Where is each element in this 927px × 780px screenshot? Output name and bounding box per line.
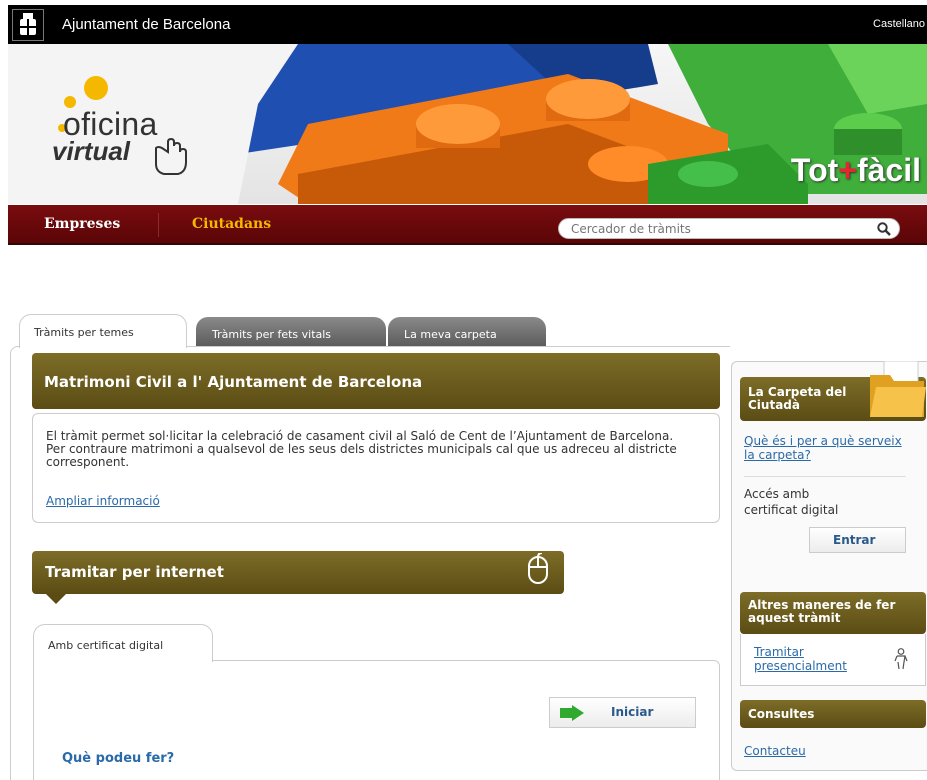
- tab-tramits-per-temes[interactable]: Tràmits per temes: [19, 314, 187, 348]
- tab-tramits-per-fets-vitals[interactable]: Tràmits per fets vitals: [196, 317, 386, 346]
- search-box: [558, 218, 900, 239]
- contact-link[interactable]: Contacteu: [744, 744, 806, 758]
- main-nav: Empreses Ciutadans: [8, 205, 927, 245]
- description-text: El tràmit permet sol·licitar la celebrac…: [46, 430, 686, 469]
- description-line-2: Per contraure matrimoni a qualsevol de l…: [46, 442, 677, 469]
- barcelona-crest-icon[interactable]: [12, 9, 44, 41]
- tramitar-title: Tramitar per internet: [45, 563, 224, 581]
- tagline-plus: +: [838, 152, 857, 188]
- more-info-link[interactable]: Ampliar informació: [46, 494, 160, 508]
- tab-la-meva-carpeta[interactable]: La meva carpeta: [388, 317, 546, 346]
- folder-icon: [870, 361, 926, 417]
- logo-virtual: virtual: [52, 136, 131, 166]
- nav-separator: [158, 213, 159, 237]
- top-bar: Ajuntament de Barcelona Castellano: [8, 5, 927, 44]
- tagline-part2: fàcil: [856, 152, 921, 188]
- search-input[interactable]: [571, 221, 871, 237]
- page-title: Matrimoni Civil a l' Ajuntament de Barce…: [44, 373, 423, 391]
- nav-item-ciutadans[interactable]: Ciutadans: [192, 216, 271, 232]
- language-link[interactable]: Castellano: [873, 18, 925, 30]
- nav-item-empreses[interactable]: Empreses: [44, 216, 120, 232]
- carpeta-info-link[interactable]: Què és i per a què serveix la carpeta?: [744, 434, 904, 462]
- green-arrow-icon: [560, 705, 584, 721]
- access-text: Accés amb certificat digital: [744, 487, 839, 517]
- site-name[interactable]: Ajuntament de Barcelona: [62, 16, 230, 33]
- altres-header: Altres maneres de fer aquest tràmit: [740, 592, 926, 634]
- search-icon[interactable]: [877, 222, 891, 236]
- entrar-label: Entrar: [833, 533, 876, 547]
- iniciar-button[interactable]: Iniciar: [549, 697, 696, 728]
- what-can-you-do-heading: Què podeu fer?: [62, 751, 175, 766]
- carpeta-title: La Carpeta del Ciutadà: [748, 385, 847, 412]
- tramitar-notch: [46, 594, 66, 604]
- hand-cursor-icon: [155, 138, 187, 175]
- iniciar-label: Iniciar: [611, 705, 654, 719]
- tab-amb-certificat-digital[interactable]: Amb certificat digital: [33, 624, 213, 662]
- banner: oficina virtual Tot+fàcil: [8, 44, 927, 204]
- consultes-title: Consultes: [748, 707, 815, 721]
- sidebar-divider: [744, 476, 906, 477]
- entrar-button[interactable]: Entrar: [809, 527, 906, 553]
- tagline: Tot+fàcil: [791, 152, 921, 189]
- procedure-title-bar: Matrimoni Civil a l' Ajuntament de Barce…: [32, 353, 720, 409]
- mouse-icon: [528, 553, 548, 584]
- person-icon: [894, 648, 908, 670]
- tramitar-bar: Tramitar per internet: [32, 551, 564, 594]
- description-box: El tràmit permet sol·licitar la celebrac…: [32, 413, 720, 523]
- tagline-part1: Tot: [790, 152, 839, 188]
- presencial-link[interactable]: Tramitar presencialment: [754, 645, 874, 673]
- consultes-header: Consultes: [740, 700, 926, 728]
- altres-title: Altres maneres de fer aquest tràmit: [748, 598, 896, 625]
